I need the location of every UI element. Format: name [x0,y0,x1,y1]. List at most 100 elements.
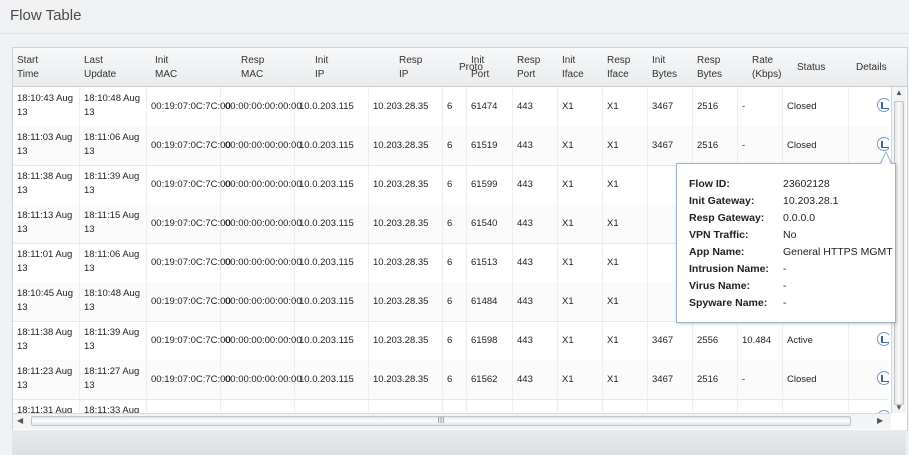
cell-init-ip: 10.0.203.115 [295,282,369,321]
cell-init-ip: 10.0.203.115 [295,321,369,360]
cell-resp-mac: 00:00:00:00:00:00 [221,243,302,282]
cell-init-iface: X1 [558,243,603,282]
table-row[interactable]: 18:11:03 Aug 13 18:11:06 Aug 13 00:19:07:0… [13,126,889,166]
col-header-init-mac[interactable]: Init MAC [155,54,177,82]
cell-init-mac: 00:19:07:0C:7C:00 [147,165,231,204]
col-header-resp-mac[interactable]: Resp MAC [241,54,264,82]
cell-init-port: 61519 [467,126,513,165]
scroll-right-icon[interactable]: ▶ [877,416,883,425]
col-header-init-ip[interactable]: Init IP [315,54,328,82]
bottom-toolbar [12,430,906,455]
horizontal-scroll-thumb[interactable]: III [31,416,851,426]
cell-resp-ip: 10.203.28.35 [369,243,443,282]
cell-last: 18:11:15 Aug 13 [80,204,147,243]
col-header-status[interactable]: Status [797,61,825,75]
cell-proto: 6 [443,87,467,126]
cell-rate: - [738,126,783,165]
horizontal-scrollbar[interactable]: ◀ III ▶ [13,413,891,429]
cell-resp-port [513,399,558,413]
cell-resp-port: 443 [513,321,558,360]
cell-init-iface: X1 [558,126,603,165]
cell-init-mac: 00:19:07:0C:7C:00 [147,243,231,282]
table-row[interactable]: 18:11:31 Aug 1318:11:33 Aug 13 [13,399,889,413]
table-row[interactable]: 18:10:43 Aug 13 18:10:48 Aug 13 00:19:07:0… [13,87,889,127]
cell-init-iface: X1 [558,165,603,204]
cell-resp-iface: X1 [603,243,648,282]
cell-last: 18:11:27 Aug 13 [80,360,147,399]
cell-init-port [467,399,513,413]
cell-resp-iface: X1 [603,126,648,165]
details-chart-icon[interactable] [877,371,889,385]
col-header-init-bytes[interactable]: Init Bytes [652,54,677,82]
cell-resp-iface [603,399,648,413]
col-header-init-iface[interactable]: Init Iface [562,54,584,82]
cell-init-bytes [648,399,693,413]
col-header-resp-ip[interactable]: Resp IP [399,54,422,82]
cell-rate: 10.484 [738,321,783,360]
cell-resp-mac: 00:00:00:00:00:00 [221,204,302,243]
cell-resp-mac: 00:00:00:00:00:00 [221,165,302,204]
tooltip-pointer-fill [881,153,891,164]
cell-start: 18:11:38 Aug 13 [13,321,80,360]
cell-resp-bytes: 2516 [693,87,738,126]
cell-resp-iface: X1 [603,360,648,399]
tip-app-name: App Name: General HTTPS MGMT [689,246,893,258]
cell-init-iface: X1 [558,87,603,126]
scroll-down-icon[interactable]: ▼ [895,403,903,412]
cell-resp-port: 443 [513,282,558,321]
scroll-left-icon[interactable]: ◀ [17,416,23,425]
cell-resp-ip: 10.203.28.35 [369,87,443,126]
col-header-resp-bytes[interactable]: Resp Bytes [697,54,722,82]
table-header: Start Time Last Update Init MAC Resp MAC Ini… [13,48,907,87]
col-header-last[interactable]: Last Update [84,54,116,82]
col-header-resp-iface[interactable]: Resp Iface [607,54,630,82]
cell-resp-bytes [693,399,738,413]
cell-resp-ip: 10.203.28.35 [369,360,443,399]
details-chart-icon[interactable] [877,137,889,151]
scroll-up-icon[interactable]: ▲ [895,88,903,97]
cell-resp-ip: 10.203.28.35 [369,204,443,243]
table-row[interactable]: 18:11:23 Aug 13 18:11:27 Aug 13 00:19:07:0… [13,360,889,400]
cell-init-port: 61598 [467,321,513,360]
cell-start: 18:10:45 Aug 13 [13,282,80,321]
tip-resp-gateway: Resp Gateway: 0.0.0.0 [689,212,816,224]
cell-rate [738,399,783,413]
table-row[interactable]: 18:11:38 Aug 13 18:11:39 Aug 13 00:19:07:0… [13,321,889,361]
cell-init-ip: 10.0.203.115 [295,204,369,243]
cell-resp-iface: X1 [603,204,648,243]
col-header-resp-port[interactable]: Resp Port [517,54,540,82]
tip-vpn-traffic: VPN Traffic: No [689,229,797,241]
cell-proto: 6 [443,321,467,360]
cell-init-port: 61484 [467,282,513,321]
details-chart-icon[interactable] [877,332,889,346]
cell-resp-bytes: 2556 [693,321,738,360]
cell-init-mac: 00:19:07:0C:7C:00 [147,360,231,399]
cell-init-port: 61562 [467,360,513,399]
col-header-rate[interactable]: Rate (Kbps) [752,54,781,82]
cell-resp-mac [221,399,295,413]
cell-start: 18:11:01 Aug 13 [13,243,80,282]
col-header-init-port[interactable]: Init Port [471,54,489,82]
cell-init-ip: 10.0.203.115 [295,165,369,204]
cell-resp-ip: 10.203.28.35 [369,321,443,360]
cell-resp-mac: 00:00:00:00:00:00 [221,360,302,399]
cell-start: 18:10:43 Aug 13 [13,87,80,126]
cell-resp-iface: X1 [603,282,648,321]
cell-init-ip: 10.0.203.115 [295,243,369,282]
title-divider [0,33,909,34]
cell-init-bytes: 3467 [648,87,693,126]
col-header-start[interactable]: Start Time [17,54,39,82]
cell-last: 18:10:48 Aug 13 [80,282,147,321]
cell-init-iface: X1 [558,204,603,243]
col-header-details[interactable]: Details [856,61,887,75]
cell-start: 18:11:38 Aug 13 [13,165,80,204]
cell-init-ip [295,399,369,413]
cell-proto: 6 [443,126,467,165]
cell-last: 18:11:06 Aug 13 [80,243,147,282]
details-chart-icon[interactable] [877,98,889,112]
cell-init-mac: 00:19:07:0C:7C:00 [147,204,231,243]
cell-init-mac: 00:19:07:0C:7C:00 [147,321,231,360]
cell-resp-bytes: 2516 [693,360,738,399]
tip-virus-name: Virus Name: - [689,280,787,292]
tip-flow-id: Flow ID: 23602128 [689,178,830,190]
